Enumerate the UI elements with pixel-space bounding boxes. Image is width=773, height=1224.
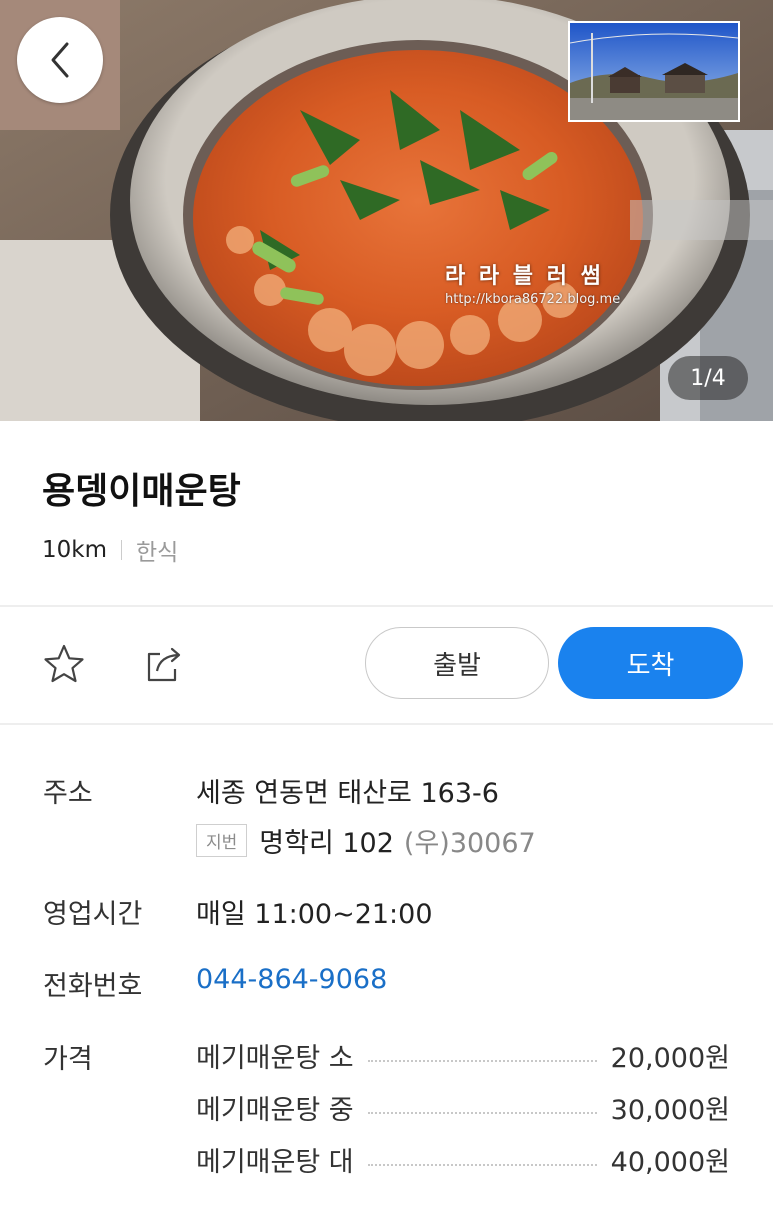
menu-item-name: 메기매운탕 대	[196, 1146, 354, 1178]
depart-button[interactable]: 출발	[365, 627, 549, 699]
hours-label: 영업시간	[43, 899, 143, 930]
leader-dots	[367, 1112, 597, 1114]
jibun-address: 명학리 102	[259, 828, 394, 859]
road-address: 세종 연동면 태산로 163-6	[196, 778, 499, 809]
meta-divider	[121, 540, 122, 560]
menu-item-price: 40,000원	[610, 1146, 730, 1178]
jibun-badge: 지번	[196, 824, 248, 857]
distance: 10km	[42, 537, 107, 563]
leader-dots	[367, 1164, 597, 1166]
phone-link[interactable]: 044-864-9068	[196, 964, 387, 995]
photo-watermark-url: http://kbora86722.blog.me	[445, 292, 621, 307]
menu-item-name: 메기매운탕 소	[196, 1042, 354, 1074]
address-label: 주소	[43, 778, 93, 809]
menu-item-price: 30,000원	[610, 1094, 730, 1126]
favorite-button[interactable]	[40, 640, 88, 688]
section-divider	[0, 723, 773, 725]
share-icon	[147, 647, 181, 682]
place-name: 용뎅이매운탕	[42, 471, 241, 512]
phone-label: 전화번호	[43, 971, 143, 1002]
star-icon	[44, 644, 84, 683]
chevron-left-icon	[51, 42, 69, 78]
menu-item: 메기매운탕 대 40,000원	[196, 1141, 730, 1178]
photo-gallery[interactable]: 라 라 블 러 썸 http://kbora86722.blog.me 1/4	[0, 0, 773, 421]
place-meta: 10km 한식	[42, 533, 178, 567]
roadview-thumbnail[interactable]	[568, 21, 740, 122]
menu-item-name: 메기매운탕 중	[196, 1094, 354, 1126]
section-divider	[0, 605, 773, 607]
photo-watermark: 라 라 블 러 썸	[445, 264, 604, 289]
menu-item: 메기매운탕 소 20,000원	[196, 1037, 730, 1074]
menu-item: 메기매운탕 중 30,000원	[196, 1089, 730, 1126]
menu-item-price: 20,000원	[610, 1042, 730, 1074]
roadview-image	[570, 23, 738, 120]
leader-dots	[367, 1060, 597, 1062]
postal-code: (우)30067	[403, 828, 536, 859]
photo-counter: 1/4	[668, 356, 748, 400]
arrive-button[interactable]: 도착	[558, 627, 743, 699]
business-hours: 매일 11:00~21:00	[196, 899, 433, 930]
share-button[interactable]	[140, 640, 188, 688]
back-button[interactable]	[17, 17, 103, 103]
price-label: 가격	[43, 1044, 93, 1075]
category: 한식	[136, 540, 179, 566]
jibun-address-row: 지번 명학리 102 (우)30067	[196, 821, 536, 860]
